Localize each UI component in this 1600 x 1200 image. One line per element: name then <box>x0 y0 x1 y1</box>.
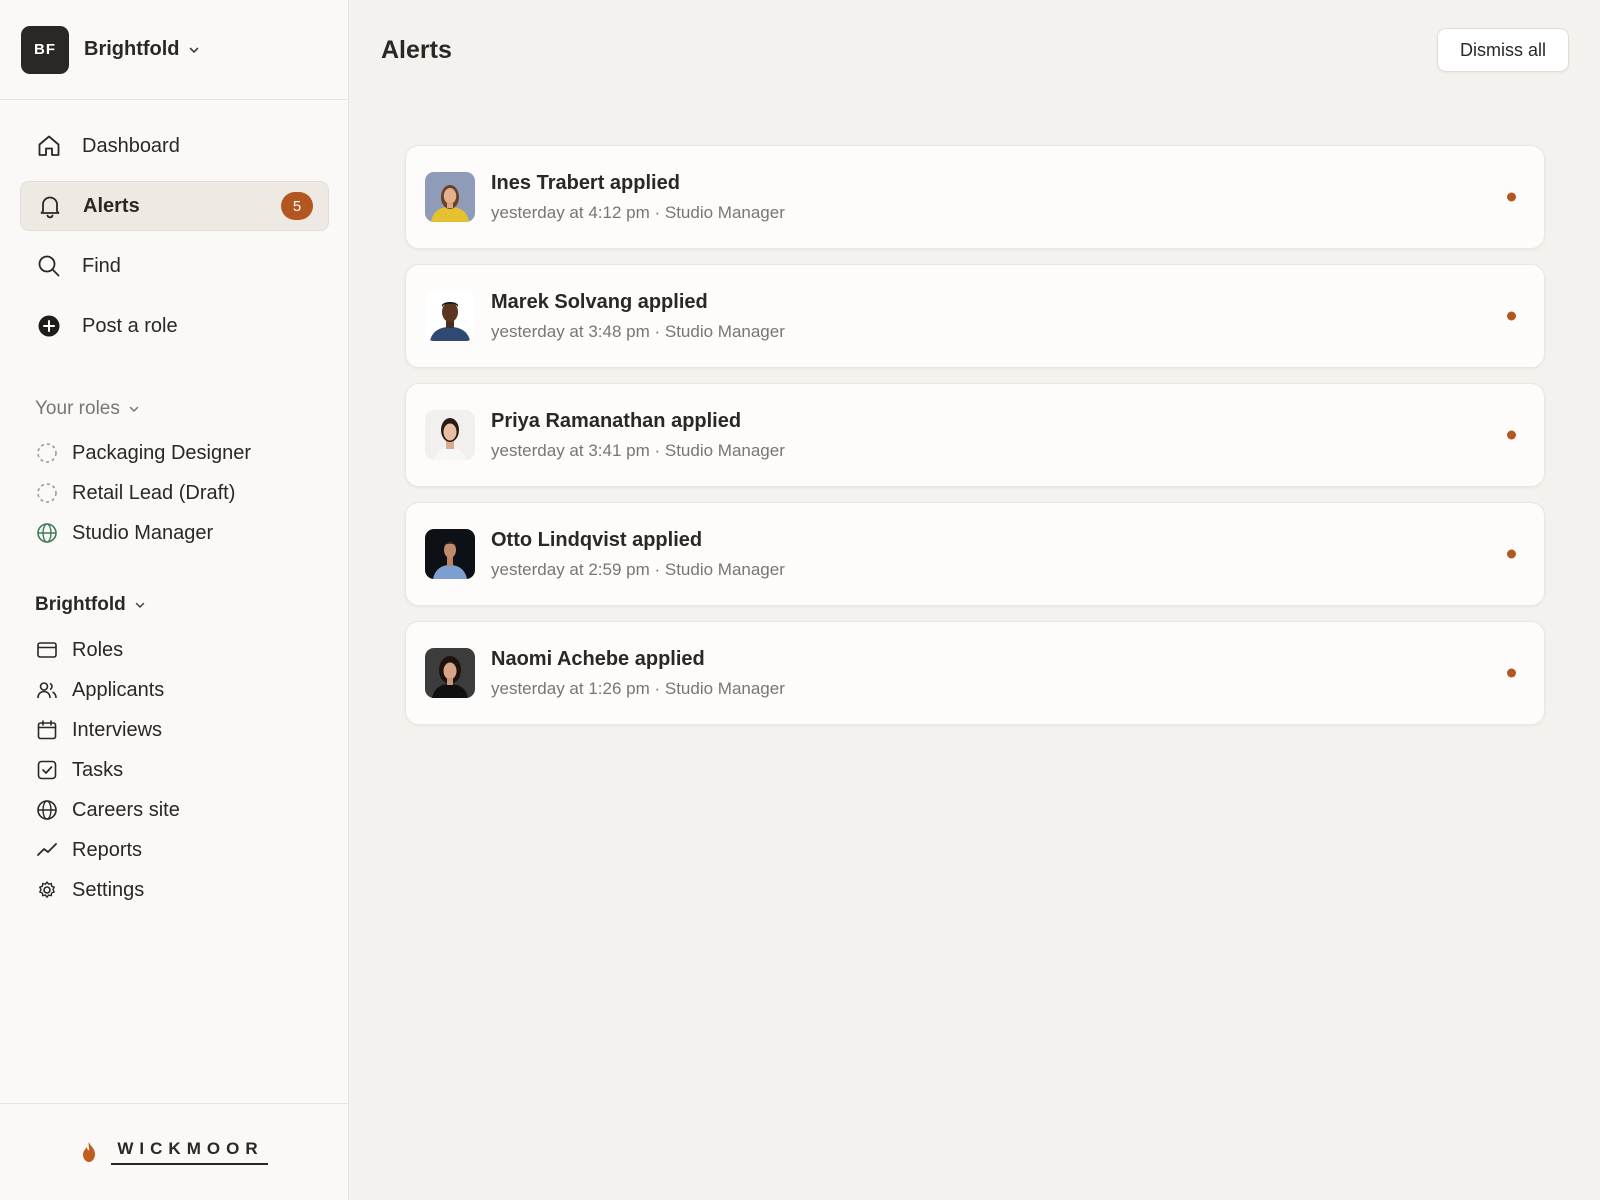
alert-card[interactable]: Ines Trabert applied yesterday at 4:12 p… <box>405 145 1545 249</box>
dashed-circle-icon <box>35 441 59 465</box>
dismiss-all-button[interactable]: Dismiss all <box>1437 28 1569 72</box>
card-icon <box>35 638 59 662</box>
alert-card[interactable]: Naomi Achebe applied yesterday at 1:26 p… <box>405 621 1545 725</box>
avatar <box>425 172 475 222</box>
avatar <box>425 529 475 579</box>
alert-title: Ines Trabert applied <box>491 171 680 194</box>
alert-title: Naomi Achebe applied <box>491 647 705 670</box>
calendar-icon <box>35 718 59 742</box>
unread-indicator <box>1507 311 1516 321</box>
unread-indicator <box>1507 668 1516 678</box>
alert-subtitle: yesterday at 3:41 pm · Studio Manager <box>491 440 785 460</box>
primary-nav: Dashboard Alerts 5 Find Post a role <box>20 121 329 361</box>
chevron-down-icon <box>128 403 140 415</box>
company-nav-settings[interactable]: Settings <box>35 870 180 910</box>
role-item-studio-manager[interactable]: Studio Manager <box>35 513 251 553</box>
avatar <box>425 291 475 341</box>
company-nav-roles[interactable]: Roles <box>35 630 180 670</box>
flame-icon <box>81 1141 97 1163</box>
sidebar-footer: WICKMOOR <box>0 1103 349 1200</box>
avatar <box>425 648 475 698</box>
alert-subtitle: yesterday at 4:12 pm · Studio Manager <box>491 202 785 222</box>
chevron-down-icon <box>134 599 146 611</box>
company-nav-label: Reports <box>72 838 143 861</box>
company-nav-label: Roles <box>72 638 124 661</box>
alert-text: Otto Lindqvist applied yesterday at 2:59… <box>491 529 785 580</box>
chevron-down-icon <box>188 44 200 56</box>
company-nav-applicants[interactable]: Applicants <box>35 670 180 710</box>
company-nav-label: Tasks <box>72 758 124 781</box>
org-switcher[interactable]: BF Brightfold <box>0 0 349 100</box>
role-label: Retail Lead (Draft) <box>72 481 236 504</box>
section-title: Brightfold <box>35 594 126 615</box>
nav-item-label: Post a role <box>82 314 178 337</box>
company-nav-label: Applicants <box>72 678 165 701</box>
alert-subtitle: yesterday at 3:48 pm · Studio Manager <box>491 321 785 341</box>
search-icon <box>36 253 62 279</box>
gear-icon <box>35 878 59 902</box>
company-nav-reports[interactable]: Reports <box>35 830 180 870</box>
page-title: Alerts <box>381 36 452 64</box>
alert-text: Naomi Achebe applied yesterday at 1:26 p… <box>491 648 785 699</box>
company-nav-label: Careers site <box>72 798 180 821</box>
checkbox-icon <box>35 758 59 782</box>
alerts-list: Ines Trabert applied yesterday at 4:12 p… <box>405 145 1545 740</box>
org-name: Brightfold <box>84 38 180 60</box>
company-nav-interviews[interactable]: Interviews <box>35 710 180 750</box>
alert-title: Priya Ramanathan applied <box>491 409 742 432</box>
trend-line-icon <box>35 838 59 862</box>
dashed-circle-icon <box>35 481 59 505</box>
nav-item-alerts[interactable]: Alerts 5 <box>20 181 329 231</box>
company-nav-careers-site[interactable]: Careers site <box>35 790 180 830</box>
brand-wordmark: WICKMOOR <box>111 1139 268 1165</box>
nav-item-dashboard[interactable]: Dashboard <box>20 121 329 171</box>
alert-card[interactable]: Otto Lindqvist applied yesterday at 2:59… <box>405 502 1545 606</box>
role-item-packaging-designer[interactable]: Packaging Designer <box>35 433 251 473</box>
alerts-count-badge: 5 <box>281 192 313 220</box>
section-title: Your roles <box>35 398 120 419</box>
nav-item-label: Alerts <box>83 194 140 217</box>
role-label: Packaging Designer <box>72 441 251 464</box>
company-nav-tasks[interactable]: Tasks <box>35 750 180 790</box>
alert-subtitle: yesterday at 1:26 pm · Studio Manager <box>491 678 785 698</box>
nav-item-post-role[interactable]: Post a role <box>20 301 329 351</box>
nav-item-find[interactable]: Find <box>20 241 329 291</box>
unread-indicator <box>1507 430 1516 440</box>
company-section-toggle[interactable]: Brightfold <box>35 594 146 616</box>
org-avatar: BF <box>21 25 69 74</box>
role-label: Studio Manager <box>72 521 214 544</box>
alert-text: Marek Solvang applied yesterday at 3:48 … <box>491 291 785 342</box>
alert-subtitle: yesterday at 2:59 pm · Studio Manager <box>491 559 785 579</box>
unread-indicator <box>1507 549 1516 559</box>
alert-card[interactable]: Marek Solvang applied yesterday at 3:48 … <box>405 264 1545 368</box>
plus-circle-icon <box>36 313 62 339</box>
alert-text: Ines Trabert applied yesterday at 4:12 p… <box>491 172 785 223</box>
company-nav-label: Settings <box>72 878 145 901</box>
your-roles-toggle[interactable]: Your roles <box>35 398 140 420</box>
users-icon <box>35 678 59 702</box>
role-item-retail-lead[interactable]: Retail Lead (Draft) <box>35 473 251 513</box>
nav-item-label: Find <box>82 254 121 277</box>
home-icon <box>36 133 62 159</box>
alert-title: Marek Solvang applied <box>491 290 708 313</box>
roles-list: Packaging Designer Retail Lead (Draft) S… <box>35 433 251 553</box>
nav-item-label: Dashboard <box>82 134 180 157</box>
unread-indicator <box>1507 192 1516 202</box>
alert-title: Otto Lindqvist applied <box>491 528 703 551</box>
wickmoor-logo[interactable]: WICKMOOR <box>81 1139 268 1165</box>
globe-icon <box>35 798 59 822</box>
globe-icon <box>35 521 59 545</box>
alert-text: Priya Ramanathan applied yesterday at 3:… <box>491 410 785 461</box>
bell-icon <box>37 193 63 219</box>
company-nav-list: Roles Applicants Interviews Tasks Career… <box>35 630 180 910</box>
alert-card[interactable]: Priya Ramanathan applied yesterday at 3:… <box>405 383 1545 487</box>
company-nav-label: Interviews <box>72 718 163 741</box>
avatar <box>425 410 475 460</box>
sidebar: BF Brightfold Dashboard Alerts 5 Find Po… <box>0 0 349 1200</box>
